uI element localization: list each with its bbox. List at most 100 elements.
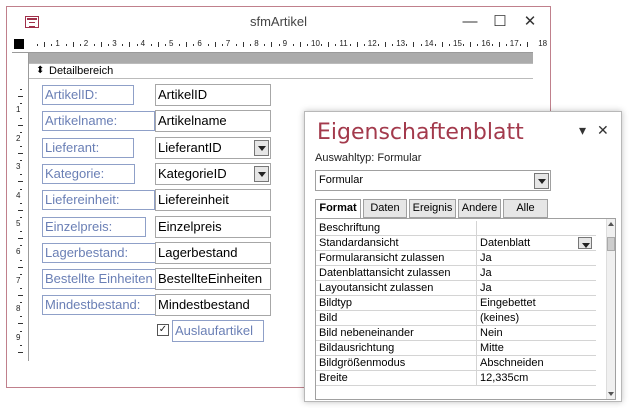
tab-format[interactable]: Format — [315, 199, 361, 219]
ruler-number: 16 — [481, 39, 491, 48]
property-value[interactable]: (keines) — [476, 311, 596, 325]
text-box-control[interactable]: Lagerbestand — [155, 241, 271, 264]
chevron-down-icon[interactable] — [534, 173, 549, 189]
pane-menu-icon[interactable]: ▾ — [579, 122, 586, 139]
ruler-tick — [51, 44, 53, 46]
ruler-tick — [193, 44, 195, 46]
ruler-tick — [498, 42, 500, 47]
horizontal-ruler[interactable]: 1 2 3 4 5 6 7 8 9 10 11 12 13 14 15 16 17 18 — [12, 36, 547, 53]
chevron-down-icon[interactable] — [254, 139, 269, 156]
property-value[interactable]: Nein — [476, 326, 596, 340]
ruler-tick — [157, 42, 159, 47]
property-value[interactable]: Ja — [476, 266, 596, 280]
ruler-number: 11 — [339, 39, 348, 48]
chevron-down-icon[interactable] — [254, 165, 269, 182]
field-label[interactable]: Einzelpreis: — [42, 216, 146, 237]
ruler-tick — [72, 42, 74, 47]
ruler-tick — [20, 259, 22, 261]
tab-alle[interactable]: Alle — [503, 199, 548, 218]
ruler-tick — [321, 44, 323, 46]
tab-daten[interactable]: Daten — [363, 199, 407, 218]
combo-box-control[interactable]: LieferantID — [155, 136, 271, 159]
scroll-up-icon[interactable] — [608, 222, 614, 226]
property-value[interactable] — [476, 221, 596, 235]
text-box-control[interactable]: Artikelname — [155, 110, 271, 133]
text-box-control[interactable]: Mindestbestand — [155, 294, 271, 317]
ruler-tick — [356, 42, 358, 47]
field-label[interactable]: Kategorie: — [42, 163, 135, 184]
property-row[interactable]: Standardansicht Datenblatt — [316, 236, 596, 251]
property-sheet: Eigenschaftenblatt ▾ ✕ Auswahltyp: Formu… — [304, 111, 622, 402]
ruler-tick — [18, 153, 23, 154]
property-row[interactable]: Bildausrichtung Mitte — [316, 341, 596, 356]
vertical-ruler[interactable]: 1 2 3 4 5 6 7 8 9 — [12, 53, 29, 361]
property-row[interactable]: Bildtyp Eingebettet — [316, 296, 596, 311]
property-name: Formularansicht zulassen — [319, 252, 445, 264]
tab-andere[interactable]: Andere — [458, 199, 501, 218]
selection-type-label: Auswahltyp: — [315, 152, 375, 164]
control-source: Einzelpreis — [158, 218, 222, 234]
detail-section-bar[interactable]: ⬍ Detailbereich — [29, 63, 533, 79]
form-selector[interactable] — [14, 39, 24, 49]
property-row[interactable]: Beschriftung — [316, 221, 596, 236]
property-value[interactable]: Mitte — [476, 341, 596, 355]
property-value[interactable]: Eingebettet — [476, 296, 596, 310]
property-row[interactable]: Breite 12,335cm — [316, 371, 596, 386]
text-box-control[interactable]: Liefereinheit — [155, 189, 271, 212]
control-source: BestellteEinheiten — [158, 271, 263, 287]
field-label[interactable]: Bestellte Einheiten — [42, 269, 160, 290]
property-name: Bildausrichtung — [319, 342, 395, 354]
property-row[interactable]: Bild nebeneinander Nein — [316, 326, 596, 341]
ruler-number: 5 — [16, 219, 21, 228]
ruler-number: 6 — [16, 247, 21, 257]
field-label[interactable]: Mindestbestand: — [42, 295, 163, 316]
close-button[interactable]: ✕ — [515, 9, 545, 35]
text-box-control[interactable]: ArtikelID — [155, 84, 271, 106]
property-value[interactable]: Abschneiden — [476, 356, 596, 370]
ruler-tick — [20, 344, 22, 346]
control-source: KategorieID — [158, 165, 227, 181]
ruler-tick — [221, 44, 223, 46]
ruler-tick — [20, 245, 22, 247]
ruler-tick — [150, 44, 152, 46]
text-box-control[interactable]: BestellteEinheiten — [155, 268, 271, 291]
field-label[interactable]: Liefereinheit: — [42, 190, 155, 211]
property-row[interactable]: Bild (keines) — [316, 311, 596, 326]
auslaufartikel-label[interactable]: Auslaufartikel — [172, 320, 264, 342]
field-label[interactable]: Lagerbestand: — [42, 242, 160, 263]
property-row[interactable]: Layoutansicht zulassen Ja — [316, 281, 596, 296]
property-value[interactable]: Ja — [476, 281, 596, 295]
pane-close-button[interactable]: ✕ — [597, 122, 609, 139]
text-box-control[interactable]: Einzelpreis — [155, 215, 271, 238]
field-label[interactable]: ArtikelID: — [42, 85, 134, 105]
property-row[interactable]: Bildgrößenmodus Abschneiden — [316, 356, 596, 371]
property-row[interactable]: Formularansicht zulassen Ja — [316, 251, 596, 266]
chevron-down-icon[interactable] — [578, 237, 592, 249]
ruler-number: 1 — [16, 105, 21, 115]
ruler-tick — [441, 42, 443, 47]
object-selector[interactable]: Formular — [315, 170, 551, 191]
ruler-tick — [20, 302, 22, 304]
property-row[interactable]: Datenblattansicht zulassen Ja — [316, 266, 596, 281]
auslaufartikel-checkbox[interactable]: ✓ — [157, 324, 169, 336]
ruler-tick — [420, 44, 422, 46]
combo-box-control[interactable]: KategorieID — [155, 162, 271, 185]
ruler-tick — [463, 44, 465, 46]
control-source: Mindestbestand — [158, 297, 250, 313]
ruler-number: 1 — [55, 39, 60, 48]
scroll-down-icon[interactable] — [608, 392, 614, 396]
field-label[interactable]: Artikelname: — [42, 111, 155, 132]
ruler-tick — [470, 42, 472, 47]
minimize-button[interactable]: — — [455, 9, 485, 35]
scrollbar-thumb[interactable] — [607, 237, 615, 251]
ruler-tick — [37, 44, 39, 46]
tab-ereignis[interactable]: Ereignis — [409, 199, 456, 218]
property-grid[interactable]: Beschriftung Standardansicht Datenblatt For… — [315, 218, 616, 400]
maximize-button[interactable]: ☐ — [485, 9, 515, 35]
property-value[interactable]: Ja — [476, 251, 596, 265]
ruler-number: 4 — [16, 190, 21, 200]
field-label[interactable]: Lieferant: — [42, 137, 134, 158]
property-value[interactable]: 12,335cm — [476, 371, 596, 385]
ruler-tick — [20, 160, 22, 162]
ruler-tick — [18, 96, 23, 98]
